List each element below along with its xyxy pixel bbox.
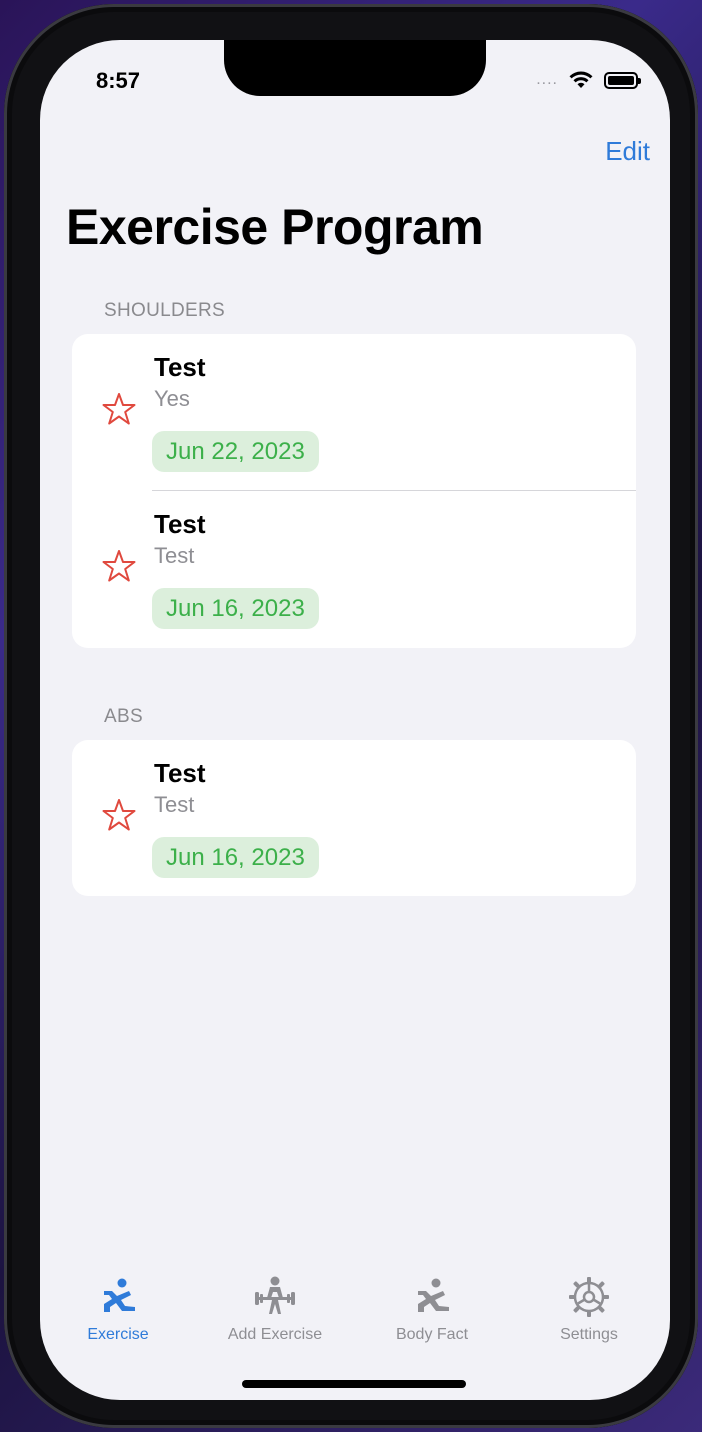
status-indicators: .... [536, 70, 641, 90]
date-badge: Jun 16, 2023 [152, 837, 319, 878]
tab-bar: Exercise Add Exercise Body Fact Settings [40, 1268, 670, 1358]
exercise-figure-icon [104, 1278, 135, 1312]
section-card-abs: Test Test Jun 16, 2023 [72, 740, 636, 896]
home-indicator[interactable] [242, 1380, 466, 1388]
edit-button[interactable]: Edit [605, 136, 650, 167]
tab-label: Add Exercise [227, 1326, 323, 1343]
exercise-title: Test [154, 509, 206, 539]
exercise-subtitle: Yes [154, 386, 190, 411]
tab-label: Exercise [87, 1326, 149, 1343]
section-header-abs: ABS [104, 706, 143, 727]
tab-add-exercise[interactable]: Add Exercise [205, 1268, 345, 1344]
screen: 8:57 .... Edit Exercise Program SHOULDER… [40, 40, 670, 1400]
list-item[interactable]: Test Test Jun 16, 2023 [72, 491, 636, 648]
gear-icon [569, 1277, 609, 1317]
tab-label: Body Fact [395, 1326, 469, 1343]
weightlifter-icon [255, 1276, 295, 1314]
date-badge: Jun 22, 2023 [152, 431, 319, 472]
list-item[interactable]: Test Test Jun 16, 2023 [72, 740, 636, 896]
star-icon[interactable] [102, 549, 136, 583]
notch [224, 40, 486, 96]
section-card-shoulders: Test Yes Jun 22, 2023 Test Test Jun 16, … [72, 334, 636, 648]
page-title: Exercise Program [66, 199, 484, 255]
exercise-subtitle: Test [154, 792, 195, 817]
wifi-icon [569, 71, 593, 88]
exercise-title: Test [154, 352, 206, 382]
exercise-subtitle: Test [154, 543, 195, 568]
battery-icon [604, 71, 641, 89]
star-icon[interactable] [102, 798, 136, 832]
exercise-title: Test [154, 758, 206, 788]
date-badge: Jun 16, 2023 [152, 588, 319, 629]
device-frame: 8:57 .... Edit Exercise Program SHOULDER… [4, 4, 698, 1428]
status-time: 8:57 [96, 68, 141, 93]
tab-body-fact[interactable]: Body Fact [362, 1268, 502, 1344]
exercise-figure-icon [418, 1278, 449, 1312]
tab-exercise[interactable]: Exercise [48, 1268, 188, 1344]
list-item[interactable]: Test Yes Jun 22, 2023 [72, 334, 636, 491]
tab-label: Settings [560, 1326, 618, 1343]
tab-settings[interactable]: Settings [519, 1268, 659, 1344]
star-icon[interactable] [102, 392, 136, 426]
cellular-signal-icon: .... [536, 71, 558, 88]
section-header-shoulders: SHOULDERS [104, 300, 225, 321]
